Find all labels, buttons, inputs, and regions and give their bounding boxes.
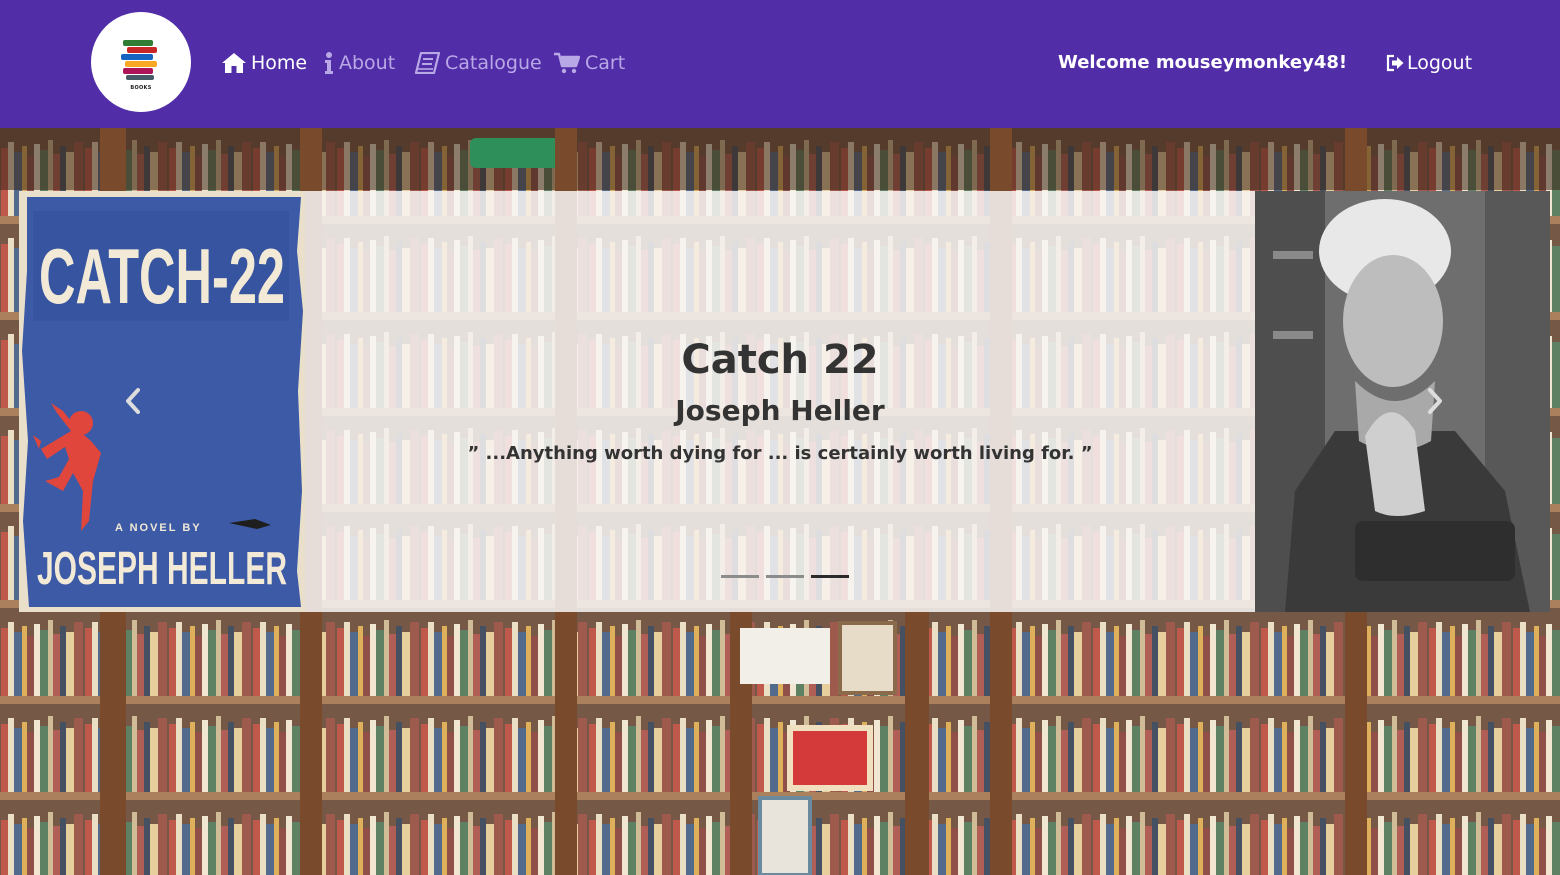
welcome-message: Welcome mouseymonkey48! <box>1058 52 1348 73</box>
home-icon <box>222 53 246 73</box>
book-stack-icon <box>121 40 157 80</box>
nav-about[interactable]: About <box>324 50 395 76</box>
carousel-indicator[interactable] <box>766 575 804 578</box>
book-cover-image: CATCH-22 A NOVEL BY JOSEPH HELLER <box>19 191 305 612</box>
carousel-next-button[interactable] <box>1419 386 1449 416</box>
featured-book-carousel[interactable]: CATCH-22 A NOVEL BY JOSEPH HELLER Catch … <box>19 191 1550 612</box>
chevron-left-icon <box>126 388 140 414</box>
book-icon <box>415 52 440 74</box>
logo-text: BOOKS <box>130 85 152 91</box>
nav-home[interactable]: Home <box>222 50 307 76</box>
nav-catalogue[interactable]: Catalogue <box>415 50 542 76</box>
navbar: BOOKS Home About Catalogue Cart Welcome … <box>0 0 1560 128</box>
carousel-quote: ” ...Anything worth dying for ... is cer… <box>467 443 1093 464</box>
chevron-right-icon <box>1428 388 1442 414</box>
carousel-prev-button[interactable] <box>119 386 149 416</box>
nav-catalogue-label: Catalogue <box>445 52 542 74</box>
author-portrait-image <box>1255 191 1550 612</box>
logout-label: Logout <box>1407 52 1473 74</box>
carousel-author: Joseph Heller <box>675 394 885 427</box>
nav-cart[interactable]: Cart <box>554 50 625 76</box>
nav-cart-label: Cart <box>585 52 626 74</box>
cover-title: CATCH-22 <box>39 232 285 320</box>
info-icon <box>325 52 333 74</box>
cart-icon <box>554 52 580 74</box>
logout-button[interactable]: Logout <box>1386 50 1472 76</box>
books-logo[interactable]: BOOKS <box>91 12 191 112</box>
cover-byline: A NOVEL BY <box>115 522 202 534</box>
carousel-title: Catch 22 <box>681 337 879 383</box>
cover-author: JOSEPH HELLER <box>37 542 287 594</box>
nav-about-label: About <box>339 52 396 74</box>
carousel-indicator[interactable] <box>721 575 759 578</box>
sign-out-icon <box>1386 54 1404 72</box>
carousel-indicators <box>721 575 849 578</box>
nav-home-label: Home <box>251 52 308 74</box>
carousel-indicator-active[interactable] <box>811 575 849 578</box>
